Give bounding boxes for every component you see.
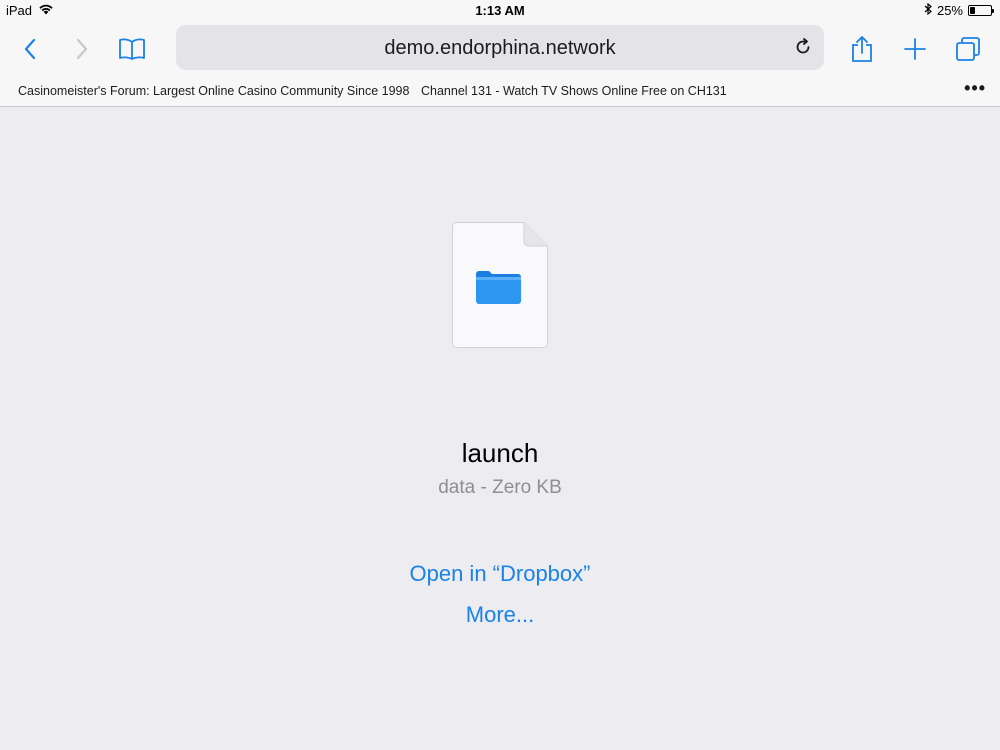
bluetooth-icon: [924, 2, 932, 18]
battery-tip: [992, 9, 994, 13]
plus-icon: [904, 38, 926, 60]
favorites-bar: Casinomeister's Forum: Largest Online Ca…: [0, 78, 1000, 107]
battery-percent: 25%: [936, 3, 963, 18]
chevron-left-icon: [24, 38, 36, 60]
share-button[interactable]: [840, 20, 884, 78]
tabs-button[interactable]: [946, 20, 990, 78]
reload-icon: [796, 38, 810, 54]
tabs-icon: [956, 37, 980, 61]
file-meta: data - Zero KB: [438, 477, 562, 498]
address-bar[interactable]: demo.endorphina.network: [176, 25, 824, 70]
back-button[interactable]: [8, 20, 52, 78]
status-time: 1:13 AM: [475, 3, 525, 18]
favorite-casinomeister[interactable]: Casinomeister's Forum: Largest Online Ca…: [18, 84, 409, 98]
document-icon: [451, 222, 548, 348]
forward-button[interactable]: [60, 20, 104, 78]
open-in-dropbox-button[interactable]: Open in “Dropbox”: [0, 561, 1000, 587]
status-right: 25%: [924, 2, 994, 18]
folder-icon: [476, 271, 521, 304]
chevron-right-icon: [76, 38, 88, 60]
bookmarks-button[interactable]: [110, 20, 154, 78]
book-icon: [119, 38, 145, 60]
battery-icon: [968, 5, 994, 16]
favorite-channel-131[interactable]: Channel 131 - Watch TV Shows Online Free…: [421, 84, 727, 98]
share-icon: [852, 36, 872, 62]
more-button[interactable]: More...: [0, 602, 1000, 628]
battery-fill: [970, 7, 975, 14]
file-name: launch: [461, 438, 539, 468]
status-bar: iPad 1:13 AM 25%: [0, 0, 1000, 20]
new-tab-button[interactable]: [893, 20, 937, 78]
browser-toolbar: demo.endorphina.network: [0, 20, 1000, 78]
url-text: demo.endorphina.network: [384, 37, 616, 59]
reload-button[interactable]: [792, 36, 814, 58]
more-favorites-icon[interactable]: •••: [964, 78, 986, 99]
